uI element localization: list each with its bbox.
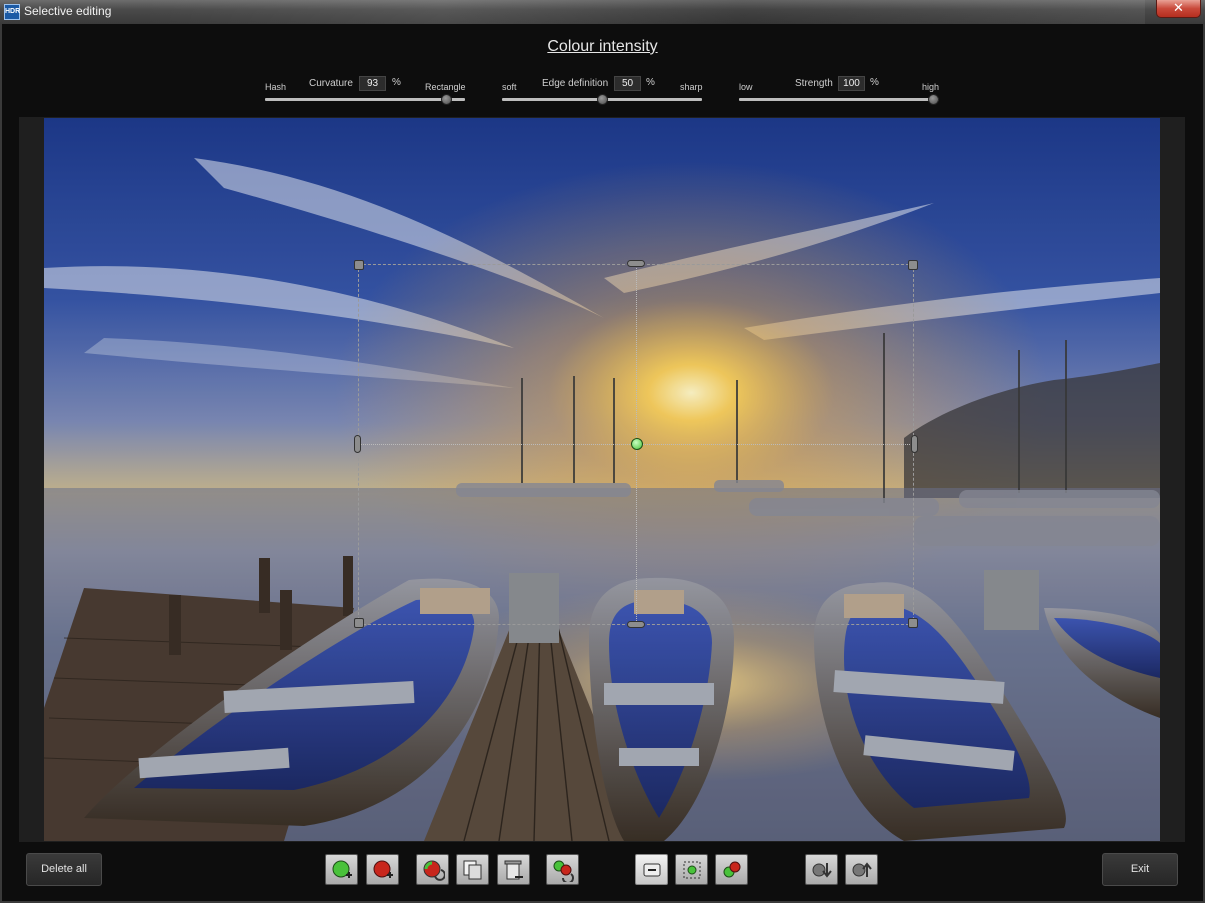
edge-definition-max-label: sharp <box>680 82 703 92</box>
curvature-slider-group: Hash Curvature 93 % Rectangle <box>265 74 466 108</box>
curvature-unit: % <box>392 77 401 88</box>
strength-slider-group: low Strength 100 % high <box>739 74 939 108</box>
selection-handle-bottom-right[interactable] <box>908 618 918 628</box>
strength-max-label: high <box>922 82 940 92</box>
curvature-thumb[interactable] <box>440 94 452 105</box>
strength-min-label: low <box>739 82 753 92</box>
strength-value-field[interactable]: 100 <box>838 76 865 91</box>
title-bar: HDR Selective editing ✕ <box>0 0 1205 25</box>
rotate-point-icon <box>423 860 445 881</box>
add-red-point-icon <box>373 860 393 878</box>
rotate-point-button[interactable] <box>416 854 449 885</box>
strength-track[interactable] <box>739 98 939 101</box>
curvature-max-label: Rectangle <box>425 82 466 92</box>
edge-definition-min-label: soft <box>502 82 517 92</box>
copy-button[interactable] <box>456 854 489 885</box>
minus-view-icon <box>643 863 661 877</box>
exit-button[interactable]: Exit <box>1102 853 1178 886</box>
add-green-point-button[interactable] <box>325 854 358 885</box>
selection-handle-top-right[interactable] <box>908 260 918 270</box>
delete-button[interactable] <box>497 854 530 885</box>
selection-handle-bottom[interactable] <box>627 621 645 628</box>
strength-label: Strength <box>795 78 833 89</box>
curvature-value-field[interactable]: 93 <box>359 76 386 91</box>
dialog-title: Colour intensity <box>547 38 658 55</box>
selection-handle-left[interactable] <box>354 435 361 453</box>
window-title: Selective editing <box>24 4 112 18</box>
edge-definition-value-field[interactable]: 50 <box>614 76 641 91</box>
curvature-min-label: Hash <box>265 82 287 92</box>
swap-points-icon <box>553 860 574 882</box>
add-green-point-icon <box>332 860 352 878</box>
curvature-track[interactable] <box>265 98 465 101</box>
single-point-view-button[interactable] <box>675 854 708 885</box>
curvature-label: Curvature <box>309 78 353 89</box>
delete-all-button[interactable]: Delete all <box>26 853 102 886</box>
strength-unit: % <box>870 77 879 88</box>
selection-handle-top-left[interactable] <box>354 260 364 270</box>
two-points-view-icon <box>723 861 741 878</box>
selection-center-point[interactable] <box>631 438 643 450</box>
edge-definition-unit: % <box>646 77 655 88</box>
add-red-point-button[interactable] <box>366 854 399 885</box>
edge-definition-thumb[interactable] <box>597 94 608 105</box>
two-points-view-button[interactable] <box>715 854 748 885</box>
edge-definition-slider-group: soft Edge definition 50 % sharp <box>502 74 703 108</box>
move-up-icon <box>852 862 872 877</box>
move-up-button[interactable] <box>845 854 878 885</box>
app-icon: HDR <box>4 4 20 20</box>
strength-thumb[interactable] <box>928 94 939 105</box>
selection-handle-top[interactable] <box>627 260 645 267</box>
minus-view-button[interactable] <box>635 854 668 885</box>
copy-icon <box>463 860 482 880</box>
selection-handle-bottom-left[interactable] <box>354 618 364 628</box>
close-button[interactable]: ✕ <box>1156 0 1201 18</box>
move-down-button[interactable] <box>805 854 838 885</box>
single-point-view-icon <box>683 861 701 879</box>
delete-icon <box>504 860 523 880</box>
move-down-icon <box>812 863 832 878</box>
swap-points-button[interactable] <box>546 854 579 885</box>
edge-definition-label: Edge definition <box>542 78 609 89</box>
selection-handle-right[interactable] <box>911 435 918 453</box>
